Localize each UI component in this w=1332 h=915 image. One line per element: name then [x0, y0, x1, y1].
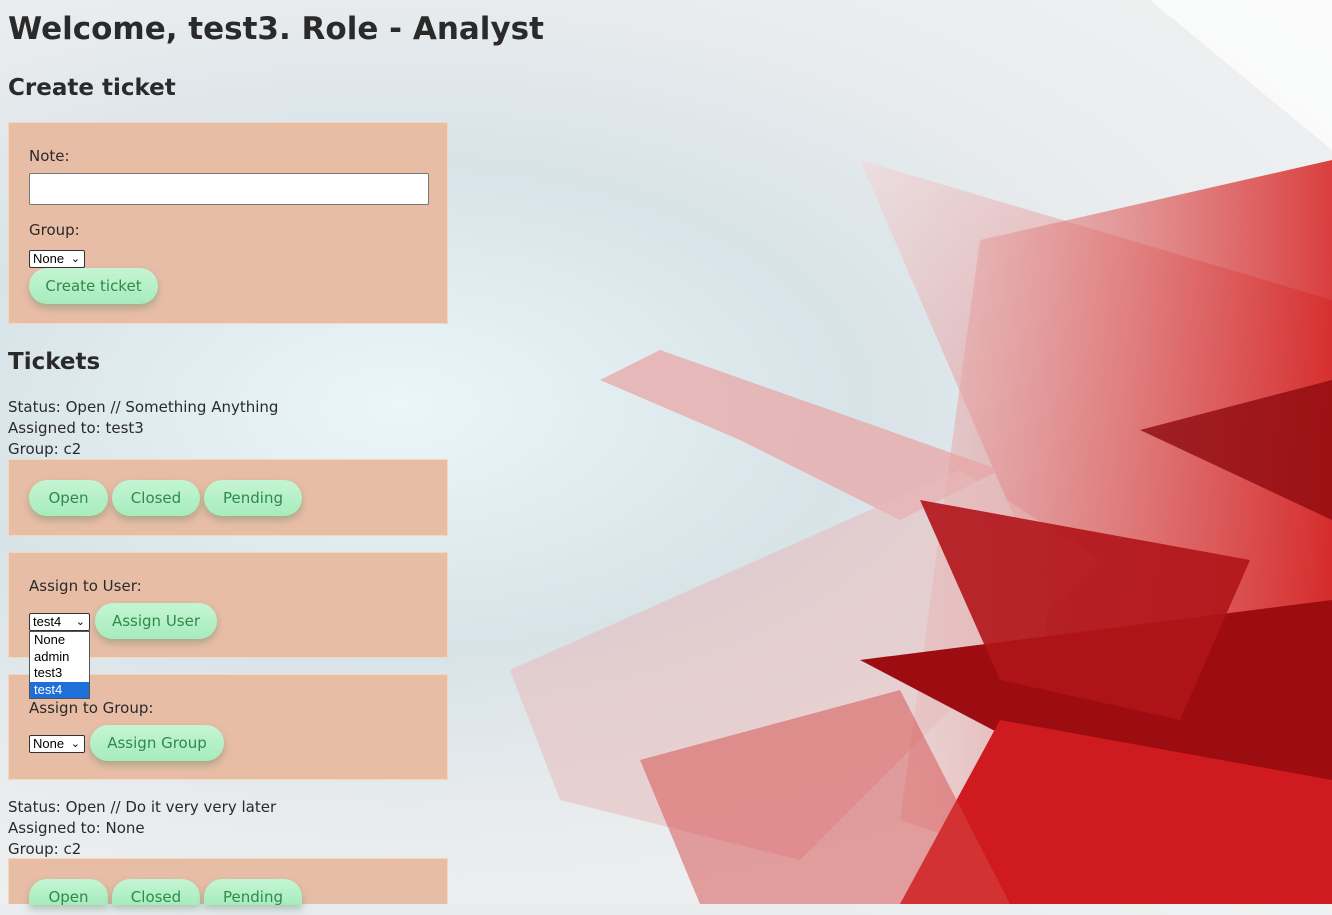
create-ticket-heading: Create ticket: [8, 75, 176, 101]
ticket-2-assigned: Assigned to: None: [8, 819, 145, 837]
dropdown-option[interactable]: admin: [30, 649, 89, 666]
pending-button[interactable]: Pending: [204, 879, 302, 906]
group-select-value: None: [33, 251, 65, 266]
ticket-1-status-panel: Open Closed Pending: [8, 459, 448, 536]
dropdown-option[interactable]: None: [30, 632, 89, 649]
dropdown-option[interactable]: test3: [30, 665, 89, 682]
closed-button[interactable]: Closed: [112, 480, 200, 516]
assign-group-button[interactable]: Assign Group: [90, 725, 224, 761]
assign-user-dropdown-list: None admin test3 test4: [29, 631, 90, 699]
note-label: Note:: [29, 147, 70, 165]
assign-group-select-value: None: [33, 736, 65, 751]
ticket-2-status-panel: Open Closed Pending: [8, 858, 448, 906]
assign-group-select[interactable]: None ⌄: [29, 735, 85, 753]
pending-button[interactable]: Pending: [204, 480, 302, 516]
assign-user-label: Assign to User:: [29, 577, 142, 595]
ticket-2-group: Group: c2: [8, 840, 82, 858]
assign-user-select[interactable]: test4 ⌄: [29, 613, 90, 631]
open-button[interactable]: Open: [29, 480, 108, 516]
open-button[interactable]: Open: [29, 879, 108, 906]
group-select[interactable]: None ⌄: [29, 250, 85, 268]
note-input[interactable]: [29, 173, 429, 205]
create-ticket-button[interactable]: Create ticket: [29, 268, 158, 304]
page-title: Welcome, test3. Role - Analyst: [8, 11, 544, 47]
chevron-down-icon: ⌄: [70, 253, 80, 265]
assign-user-select-value: test4: [33, 614, 62, 629]
create-ticket-form: Note: Group: None ⌄ Create ticket: [8, 122, 448, 324]
ticket-1-assigned: Assigned to: test3: [8, 419, 144, 437]
assign-group-label: Assign to Group:: [29, 699, 154, 717]
chevron-down-icon: ⌄: [70, 738, 80, 750]
dropdown-option-selected[interactable]: test4: [30, 681, 89, 698]
group-label: Group:: [29, 221, 80, 239]
tickets-heading: Tickets: [8, 349, 101, 375]
ticket-1-group: Group: c2: [8, 440, 82, 458]
assign-user-button[interactable]: Assign User: [95, 603, 217, 639]
chevron-down-icon: ⌄: [75, 616, 85, 628]
ticket-1-status: Status: Open // Something Anything: [8, 398, 279, 416]
ticket-2-status: Status: Open // Do it very very later: [8, 798, 277, 816]
main-content: Welcome, test3. Role - Analyst Create ti…: [8, 0, 544, 906]
closed-button[interactable]: Closed: [112, 879, 200, 906]
